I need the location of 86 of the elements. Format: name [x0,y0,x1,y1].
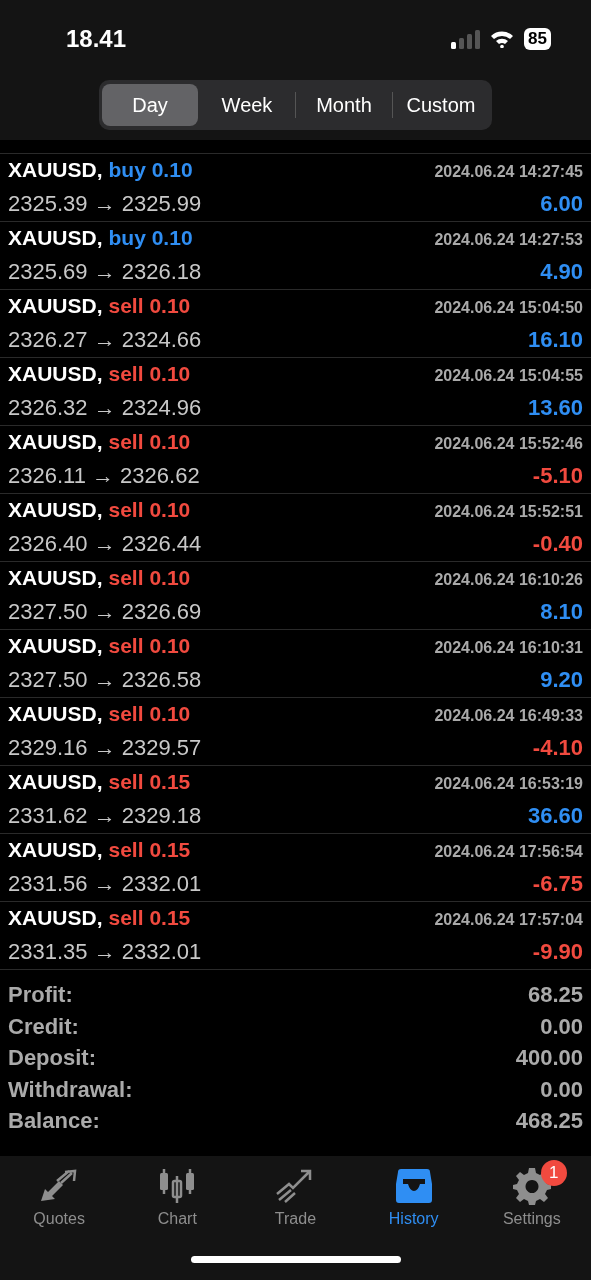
wifi-icon [490,30,515,48]
summary-value: 400.00 [515,1045,583,1071]
nav-tab[interactable]: 1 Settings [476,1158,587,1228]
summary-value: 0.00 [540,1076,583,1103]
status-time: 18.41 [66,25,127,53]
trade-profit: -9.90 [532,939,583,965]
nav-tab[interactable]: Quotes [4,1158,115,1228]
period-tab[interactable]: Custom [393,84,489,126]
trade-prices: 2326.11 → 2326.62 [8,463,200,489]
period-tab[interactable]: Month [296,84,392,126]
order-type: sell 0.10 [108,634,191,658]
inbox-icon [393,1168,434,1204]
symbol: XAUUSD, [8,362,103,386]
order-type: sell 0.10 [108,702,191,726]
trade-time: 2024.06.24 16:10:31 [434,639,583,657]
notification-badge: 1 [540,1160,567,1186]
trade-time: 2024.06.24 17:56:54 [434,843,583,861]
trade-time: 2024.06.24 15:04:55 [434,367,583,385]
battery-level: 85 [524,28,551,50]
trade-time: 2024.06.24 16:10:26 [434,571,583,589]
trade-profit: -6.75 [532,871,583,897]
trade-time: 2024.06.24 15:52:51 [434,503,583,521]
trade-time: 2024.06.24 14:27:45 [434,163,583,181]
summary-value: 468.25 [515,1108,583,1134]
symbol: XAUUSD, [8,294,103,318]
nav-tab[interactable]: History [358,1158,469,1228]
symbol: XAUUSD, [8,702,103,726]
trade-profit: -5.10 [532,463,583,489]
trade-prices: 2326.40 → 2326.44 [8,531,202,557]
order-type: sell 0.15 [108,906,191,930]
trade-profit: 6.00 [540,191,583,217]
signal-icon [450,29,481,49]
symbol: XAUUSD, [8,906,103,930]
nav-tab[interactable]: Chart [122,1158,233,1228]
trade-prices: 2329.16 → 2329.57 [8,735,202,761]
trade-time: 2024.06.24 16:49:33 [434,707,583,725]
trade-prices: 2325.69 → 2326.18 [8,259,202,285]
trade-prices: 2326.32 → 2324.96 [8,395,202,421]
order-type: buy 0.10 [108,158,193,182]
symbol: XAUUSD, [8,770,103,794]
order-type: sell 0.10 [108,566,191,590]
symbol: XAUUSD, [8,226,103,250]
trade-time: 2024.06.24 16:53:19 [434,775,583,793]
trade-profit: 16.10 [527,327,583,353]
summary-label: Withdrawal: [8,1076,133,1103]
summary-label: Balance: [8,1108,100,1134]
trade-time: 2024.06.24 17:57:04 [434,911,583,929]
order-type: sell 0.10 [108,430,191,454]
trade-time: 2024.06.24 15:52:46 [434,435,583,453]
trade-prices: 2331.56 → 2332.01 [8,871,202,897]
symbol: XAUUSD, [8,566,103,590]
order-type: sell 0.15 [108,838,191,862]
period-tab[interactable]: Week [199,84,295,126]
order-type: sell 0.10 [108,362,191,386]
trade-prices: 2326.27 → 2324.66 [8,327,202,353]
trade-profit: 8.10 [540,599,583,625]
trade-profit: -4.10 [532,735,583,761]
trade-profit: 9.20 [540,667,583,693]
trade-prices: 2327.50 → 2326.58 [8,667,202,693]
summary-label: Profit: [8,982,73,1008]
trade-time: 2024.06.24 15:04:50 [434,299,583,317]
settings-icon [512,1167,551,1205]
order-type: sell 0.10 [108,294,191,318]
order-type: sell 0.15 [108,770,191,794]
trade-time: 2024.06.24 14:27:53 [434,231,583,249]
trade-prices: 2325.39 → 2325.99 [8,191,202,217]
summary-value: 0.00 [540,1013,583,1040]
symbol: XAUUSD, [8,838,103,862]
trade-profit: 4.90 [540,259,583,285]
symbol: XAUUSD, [8,634,103,658]
trade-profit: 13.60 [527,395,583,421]
order-type: sell 0.10 [108,498,191,522]
nav-tab[interactable]: Trade [240,1158,351,1228]
trade-prices: 2327.50 → 2326.69 [8,599,202,625]
trade-prices: 2331.62 → 2329.18 [8,803,202,829]
symbol: XAUUSD, [8,498,103,522]
summary-label: Credit: [8,1013,79,1040]
symbol: XAUUSD, [8,158,103,182]
trade-profit: -0.40 [532,531,583,557]
summary-label: Deposit: [8,1045,96,1071]
symbol: XAUUSD, [8,430,103,454]
trade-profit: 36.60 [527,803,583,829]
order-type: buy 0.10 [108,226,193,250]
summary-value: 68.25 [527,982,583,1008]
period-tab[interactable]: Day [102,84,198,126]
trade-prices: 2331.35 → 2332.01 [8,939,202,965]
